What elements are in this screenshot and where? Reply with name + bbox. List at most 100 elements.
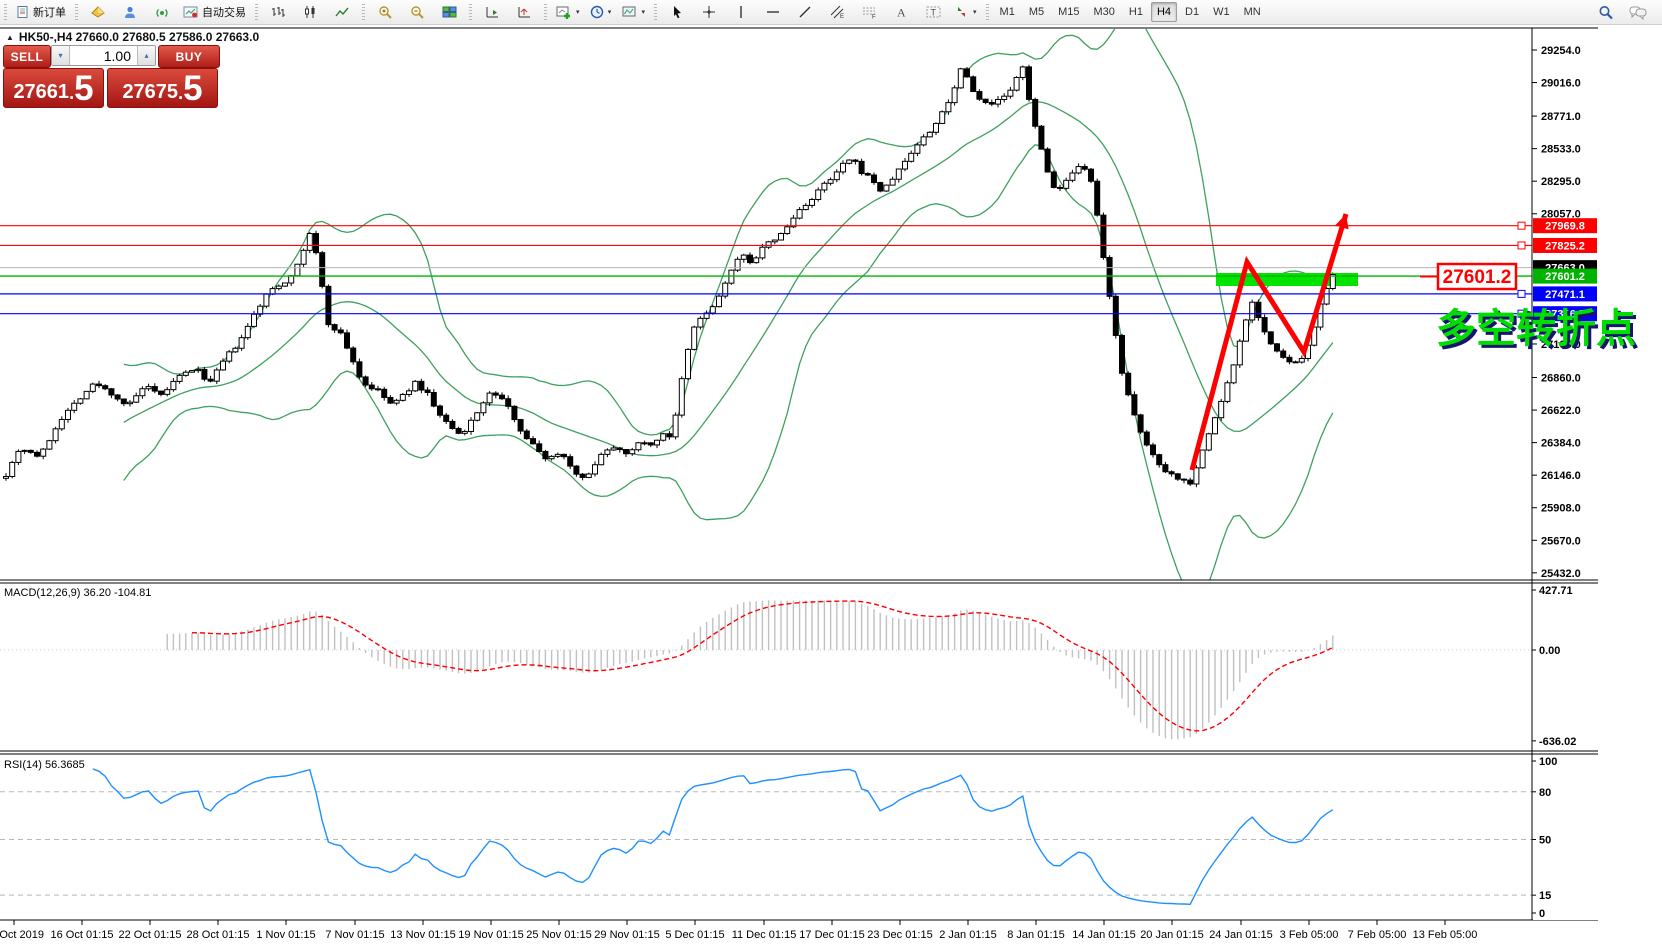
zoom-out-icon [410, 6, 424, 19]
symbol-title: ▲ HK50-,H4 27660.0 27680.5 27586.0 27663… [6, 30, 259, 44]
timeframe-m30[interactable]: M30 [1088, 2, 1121, 22]
timeframe-d1[interactable]: D1 [1179, 2, 1205, 22]
chart-type-toolbar-group [262, 0, 358, 24]
svg-text:27825.2: 27825.2 [1545, 240, 1585, 252]
one-click-toggle-icon[interactable]: ▲ [6, 33, 14, 42]
buy-button[interactable]: BUY [158, 45, 220, 68]
vertical-line-button[interactable] [726, 1, 756, 23]
auto-trading-button[interactable]: 自动交易 [179, 1, 250, 23]
chart-shift-button[interactable] [509, 1, 539, 23]
svg-text:14 Jan 01:15: 14 Jan 01:15 [1072, 929, 1136, 941]
chat-button[interactable] [1623, 1, 1653, 23]
timeframe-m5[interactable]: M5 [1023, 2, 1050, 22]
signal-icon [155, 9, 168, 17]
svg-text:28295.0: 28295.0 [1541, 176, 1581, 188]
arrows-button[interactable]: ▾ [950, 1, 981, 23]
toolbar-grip[interactable] [75, 3, 78, 21]
toolbar-grip[interactable] [362, 3, 365, 21]
dropdown-caret-icon: ▾ [607, 9, 612, 16]
trendline-button[interactable] [790, 1, 820, 23]
svg-text:15: 15 [1539, 890, 1551, 902]
timeframe-m1[interactable]: M1 [994, 2, 1021, 22]
svg-text:26622.0: 26622.0 [1541, 405, 1581, 417]
toolbar-grip[interactable] [255, 3, 258, 21]
toolbar-grip[interactable] [544, 3, 547, 21]
deposit-button[interactable] [83, 1, 113, 23]
highlight-zone[interactable] [1216, 273, 1358, 286]
svg-text:10 Oct 2019: 10 Oct 2019 [0, 929, 44, 941]
toolbar-grip[interactable] [985, 3, 989, 21]
rsi-label: RSI(14) 56.3685 [4, 759, 85, 771]
text-label-icon: T [926, 6, 941, 18]
zoom-in-button[interactable] [370, 1, 400, 23]
fibonacci-button[interactable]: F [854, 1, 884, 23]
chart-canvas[interactable]: 29254.029016.028771.028533.028295.028057… [0, 0, 1662, 944]
svg-text:23 Dec 01:15: 23 Dec 01:15 [867, 929, 932, 941]
new-chart-button[interactable]: ▾ [552, 1, 584, 23]
svg-text:7 Nov 01:15: 7 Nov 01:15 [325, 929, 384, 941]
crosshair-button[interactable] [694, 1, 724, 23]
candlestick-chart-icon [304, 6, 314, 18]
bar-chart-button[interactable] [263, 1, 293, 23]
new-order-icon [17, 6, 28, 18]
zoom-out-button[interactable] [402, 1, 432, 23]
new-order-button[interactable]: 新订单 [12, 1, 70, 23]
svg-text:24 Jan 01:15: 24 Jan 01:15 [1209, 929, 1273, 941]
svg-text:F: F [872, 15, 876, 20]
trendline-icon [799, 6, 811, 18]
svg-text:25908.0: 25908.0 [1541, 503, 1581, 515]
vertical-line-icon [740, 6, 742, 18]
sell-button[interactable]: SELL [3, 45, 51, 68]
volume-down-button[interactable]: ▾ [52, 46, 70, 65]
svg-text:100: 100 [1539, 756, 1557, 768]
timeframe-w1[interactable]: W1 [1207, 2, 1236, 22]
templates-button[interactable]: ▾ [618, 1, 650, 23]
text-button[interactable]: A [886, 1, 916, 23]
search-button[interactable] [1591, 1, 1621, 23]
arrange-toolbar-group [476, 0, 540, 24]
signal-button[interactable] [147, 1, 177, 23]
svg-text:27601.2: 27601.2 [1545, 271, 1585, 283]
one-click-trading-panel: SELL ▾ ▴ BUY 27661.5 27675.5 [3, 45, 221, 109]
new-chart-icon [556, 6, 570, 19]
svg-text:13 Nov 01:15: 13 Nov 01:15 [390, 929, 455, 941]
fibonacci-icon: F [862, 7, 876, 20]
period-button[interactable]: ▾ [586, 1, 616, 23]
toolbar-right-group [1590, 1, 1662, 23]
timeframe-h1[interactable]: H1 [1123, 2, 1149, 22]
sell-price-main: 27661 [13, 81, 70, 103]
insert-toolbar-group: ▾ ▾ ▾ [551, 0, 650, 24]
svg-text:29 Nov 01:15: 29 Nov 01:15 [594, 929, 659, 941]
svg-text:2 Jan 01:15: 2 Jan 01:15 [939, 929, 997, 941]
line-chart-button[interactable] [327, 1, 357, 23]
volume-up-button[interactable]: ▴ [137, 46, 155, 65]
cursor-button[interactable] [662, 1, 692, 23]
tile-windows-icon [442, 6, 456, 18]
sell-price[interactable]: 27661. 5 [3, 68, 104, 108]
arrows-icon [958, 7, 966, 17]
timeframe-h4[interactable]: H4 [1150, 2, 1178, 22]
svg-text:28771.0: 28771.0 [1541, 111, 1581, 123]
svg-text:17 Dec 01:15: 17 Dec 01:15 [799, 929, 864, 941]
candlestick-chart-button[interactable] [295, 1, 325, 23]
account-button[interactable] [115, 1, 145, 23]
price-callout-text: 27601.2 [1443, 267, 1512, 288]
toolbar-grip[interactable] [654, 3, 658, 21]
svg-text:28 Oct 01:15: 28 Oct 01:15 [187, 929, 250, 941]
equidistant-channel-button[interactable]: E [822, 1, 852, 23]
clock-icon [590, 5, 603, 19]
volume-input[interactable] [70, 46, 137, 65]
buy-price[interactable]: 27675. 5 [107, 68, 218, 108]
tile-windows-button[interactable] [434, 1, 464, 23]
macd-label: MACD(12,26,9) 36.20 -104.81 [4, 587, 151, 599]
timeframe-mn[interactable]: MN [1238, 2, 1267, 22]
text-label-button[interactable]: T [918, 1, 948, 23]
toolbar-grip[interactable] [469, 3, 472, 21]
toolbar-grip[interactable] [4, 3, 7, 21]
auto-scroll-button[interactable] [477, 1, 507, 23]
timeframe-m15[interactable]: M15 [1052, 2, 1085, 22]
svg-text:1 Nov 01:15: 1 Nov 01:15 [256, 929, 315, 941]
horizontal-line-button[interactable] [758, 1, 788, 23]
text-icon: A [897, 6, 906, 20]
svg-text:25432.0: 25432.0 [1541, 568, 1581, 580]
